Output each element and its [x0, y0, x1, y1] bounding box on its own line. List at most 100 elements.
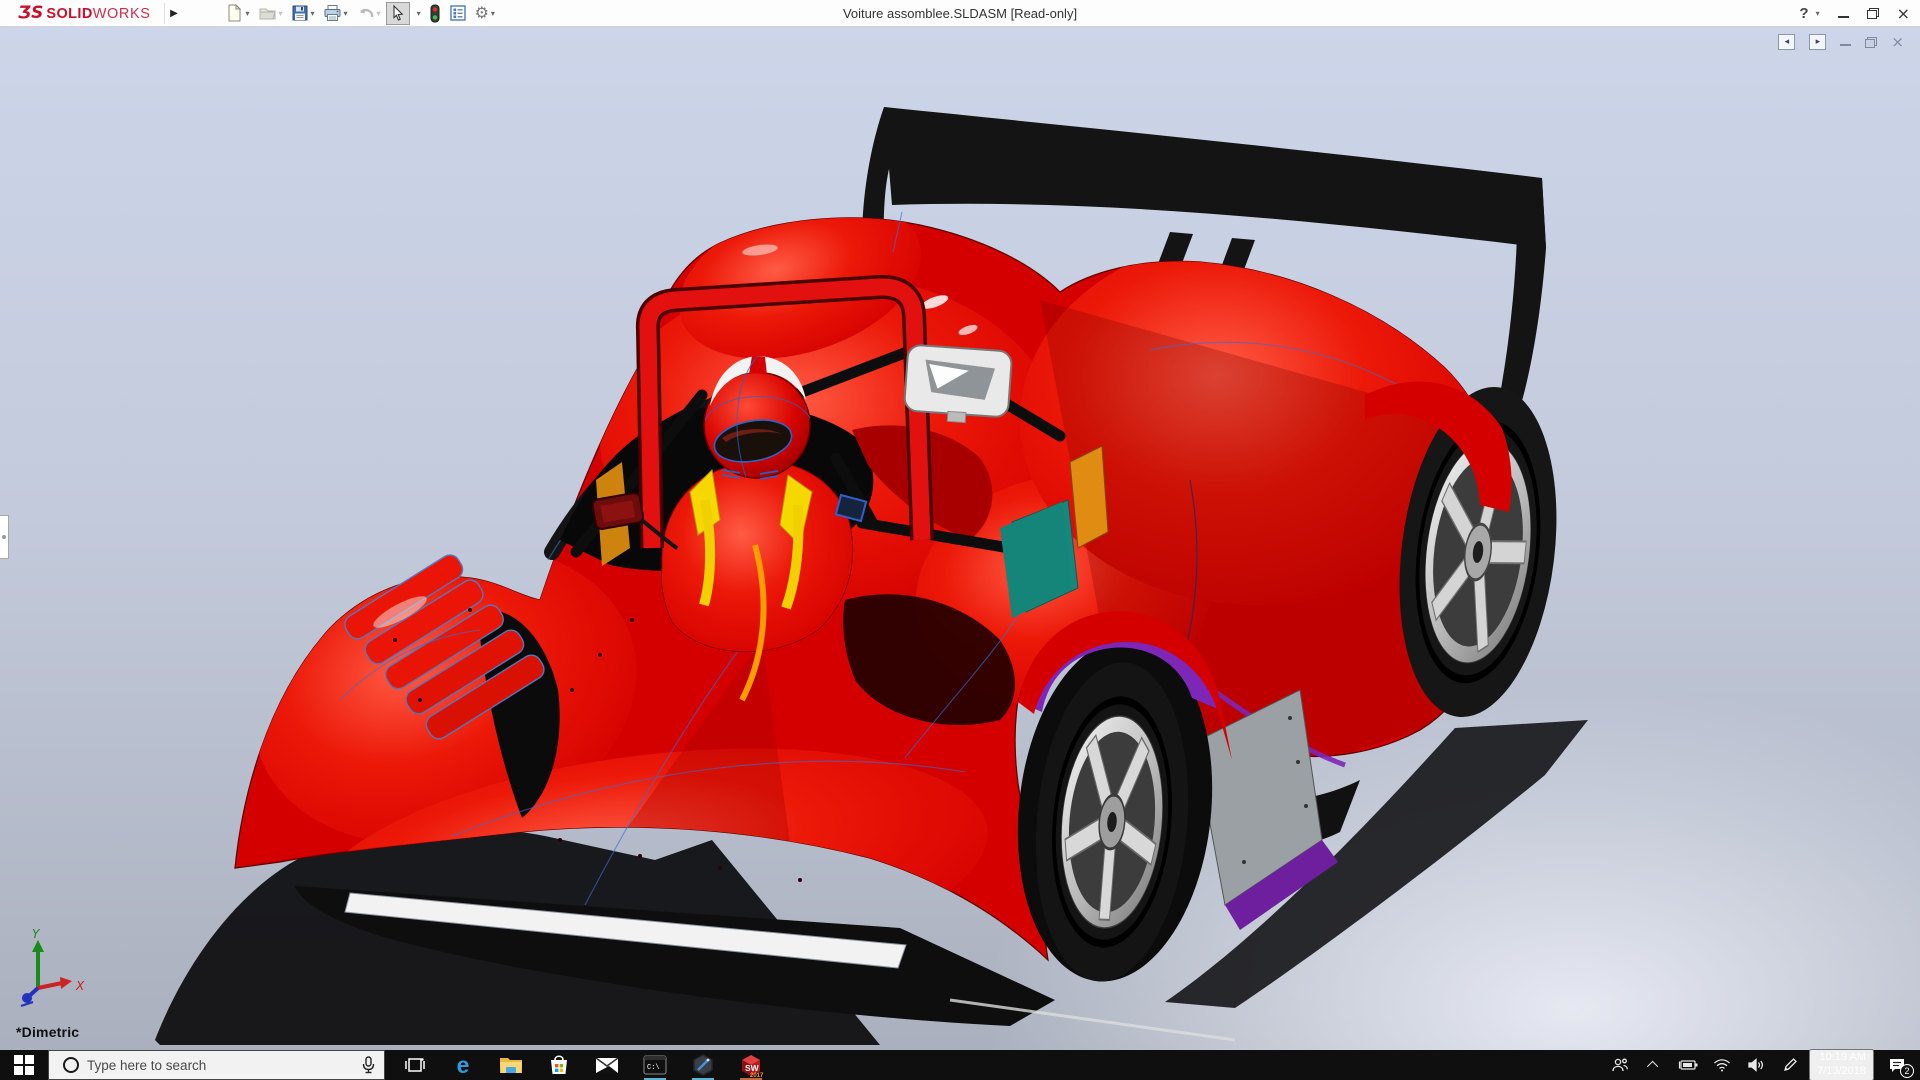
new-document-button[interactable]: ▾ — [222, 2, 252, 25]
open-folder-icon — [258, 4, 277, 22]
task-view-button[interactable] — [391, 1050, 439, 1080]
edge-icon: e — [457, 1054, 470, 1077]
select-tool-button[interactable] — [386, 2, 410, 25]
window-controls: ? ▾ × — [1799, 0, 1910, 27]
undo-button[interactable]: ▾ — [353, 2, 384, 25]
select-dropdown[interactable]: ▾ — [412, 2, 424, 25]
windows-logo-icon — [14, 1055, 34, 1075]
panel-splitter-handle[interactable] — [0, 515, 9, 559]
print-icon — [323, 4, 342, 22]
quick-access-toolbar: ▾ ▾ ▾ ▾ ▾ ▾ — [222, 2, 497, 25]
close-button[interactable]: × — [1897, 6, 1910, 22]
dropdown-caret-icon[interactable]: ▾ — [279, 9, 283, 18]
dropdown-caret-icon[interactable]: ▾ — [344, 9, 348, 18]
options-button[interactable]: ⚙ ▾ — [472, 2, 498, 25]
print-button[interactable]: ▾ — [320, 2, 351, 25]
save-button[interactable]: ▾ — [288, 2, 318, 25]
chevron-up-icon — [1647, 1061, 1658, 1072]
document-close-button[interactable]: × — [1891, 35, 1904, 50]
solidworks-logo: ƷS SOLID WORKS — [18, 3, 150, 23]
taskbar-clock[interactable]: 10:19 AM 7/13/2018 — [1809, 1049, 1874, 1080]
dropdown-caret-icon[interactable]: ▾ — [491, 9, 495, 18]
help-caret-icon[interactable]: ▾ — [1816, 9, 1820, 18]
document-minimize-button[interactable] — [1840, 38, 1851, 46]
svg-text:C:\: C:\ — [647, 1064, 660, 1072]
dropdown-caret-icon[interactable]: ▾ — [245, 9, 249, 18]
composer-button[interactable] — [679, 1050, 727, 1080]
store-icon — [548, 1053, 570, 1077]
taskbar-apps: e C:\ SW2017 — [391, 1050, 775, 1080]
model-scene: Y X — [0, 27, 1920, 1050]
menu-flyout-button[interactable]: ▶ — [164, 3, 182, 24]
system-tray: 10:19 AM 7/13/2018 2 — [1605, 1050, 1920, 1080]
people-icon — [1611, 1057, 1629, 1073]
speaker-icon — [1747, 1058, 1765, 1072]
properties-list-icon — [449, 4, 467, 22]
start-button[interactable] — [0, 1050, 48, 1080]
restore-button[interactable] — [1867, 8, 1879, 19]
tray-overflow-button[interactable] — [1639, 1050, 1669, 1080]
store-button[interactable] — [535, 1050, 583, 1080]
task-view-icon — [403, 1053, 427, 1077]
mail-button[interactable] — [583, 1050, 631, 1080]
triad-y-label: Y — [32, 927, 41, 941]
file-explorer-button[interactable] — [487, 1050, 535, 1080]
action-center-button[interactable]: 2 — [1878, 1050, 1916, 1080]
solidworks-logo-solid: SOLID — [46, 6, 92, 22]
flyout-arrow-icon: ▶ — [170, 8, 178, 19]
new-document-icon — [225, 4, 243, 22]
wing-plank — [884, 107, 1546, 248]
mirror-mount — [947, 411, 966, 422]
dropdown-caret-icon[interactable]: ▾ — [311, 9, 315, 18]
command-prompt-button[interactable]: C:\ — [631, 1050, 679, 1080]
title-bar: ƷS SOLID WORKS ▶ ▾ ▾ ▾ ▾ — [0, 0, 1920, 27]
file-properties-button[interactable] — [446, 2, 470, 25]
select-cursor-icon — [389, 4, 407, 22]
view-orientation-label: *Dimetric — [16, 1024, 79, 1040]
people-button[interactable] — [1605, 1050, 1635, 1080]
pen-icon — [1782, 1057, 1798, 1073]
edge-button[interactable]: e — [439, 1050, 487, 1080]
volume-button[interactable] — [1741, 1050, 1771, 1080]
composer-hexagon-icon — [691, 1053, 715, 1077]
helmet-center-stripe — [749, 356, 767, 375]
solidworks-app-icon: SW2017 — [738, 1052, 764, 1078]
windows-taskbar: Type here to search e C:\ — [0, 1050, 1920, 1080]
battery-charging-icon — [1678, 1059, 1698, 1071]
gear-icon: ⚙ — [475, 5, 489, 21]
tray-time: 10:19 AM — [1817, 1051, 1866, 1065]
microphone-icon — [361, 1055, 376, 1075]
file-explorer-icon — [498, 1054, 524, 1076]
tray-date: 7/13/2018 — [1817, 1065, 1866, 1079]
wifi-icon — [1713, 1058, 1731, 1072]
orientation-triad: Y X — [21, 927, 85, 1006]
command-prompt-icon: C:\ — [643, 1055, 667, 1075]
rebuild-button[interactable] — [426, 2, 444, 25]
next-document-button[interactable]: ▸ — [1809, 34, 1826, 50]
traffic-light-icon — [429, 4, 441, 23]
solidworks-app-button[interactable]: SW2017 — [727, 1050, 775, 1080]
dropdown-caret-icon[interactable]: ▾ — [377, 9, 381, 18]
taskbar-search-input[interactable]: Type here to search — [48, 1050, 385, 1080]
wifi-button[interactable] — [1707, 1050, 1737, 1080]
search-placeholder: Type here to search — [87, 1058, 361, 1073]
previous-document-button[interactable]: ◂ — [1778, 34, 1795, 50]
dropdown-caret-icon[interactable]: ▾ — [417, 9, 421, 18]
save-floppy-icon — [291, 4, 309, 22]
solidworks-logo-mark: ƷS — [18, 3, 43, 23]
minimize-button[interactable] — [1838, 9, 1849, 18]
pen-button[interactable] — [1775, 1050, 1805, 1080]
document-restore-button[interactable] — [1865, 37, 1877, 48]
solidworks-logo-works: WORKS — [93, 6, 151, 22]
solidworks-window: ƷS SOLID WORKS ▶ ▾ ▾ ▾ ▾ — [0, 0, 1920, 1080]
notification-badge: 2 — [1900, 1064, 1914, 1078]
battery-button[interactable] — [1673, 1050, 1703, 1080]
undo-arrow-icon — [356, 4, 375, 22]
open-button[interactable]: ▾ — [255, 2, 286, 25]
mail-icon — [594, 1055, 620, 1075]
document-window-controls: ◂ ▸ × — [1778, 34, 1904, 50]
svg-text:SW: SW — [745, 1063, 760, 1073]
graphics-area[interactable]: Y X ◂ ▸ × *Dimetric — [0, 27, 1920, 1050]
triad-x-label: X — [75, 979, 85, 993]
help-button[interactable]: ? — [1799, 5, 1808, 22]
